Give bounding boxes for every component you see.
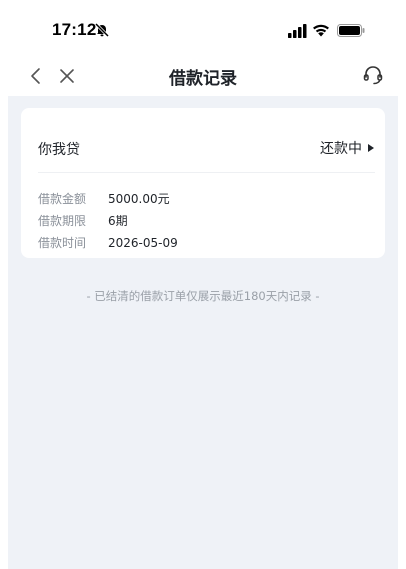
- page-title: 借款记录: [169, 69, 237, 89]
- loan-amount-label: 借款金额: [38, 192, 87, 206]
- loan-term-row: 借款期限 6期: [38, 212, 128, 229]
- card-divider: [38, 172, 375, 173]
- arrow-right-icon: [368, 144, 374, 152]
- nav-bar: 借款记录: [0, 58, 406, 96]
- loan-date-label: 借款时间: [38, 236, 87, 250]
- headset-icon[interactable]: [362, 64, 384, 86]
- repayment-status-link[interactable]: 还款中: [320, 138, 375, 158]
- lender-name: 你我贷: [38, 142, 80, 158]
- loan-date-value: 2026-05-09: [108, 235, 178, 250]
- loan-amount-value: 5000.00元: [108, 192, 170, 206]
- battery-icon: [337, 24, 365, 37]
- loan-date-row: 借款时间 2026-05-09: [38, 234, 178, 251]
- status-bar: 17:12: [0, 0, 406, 58]
- loan-record-card[interactable]: 你我贷 还款中 借款金额 5000.00元 借款期限 6期 借款时间 2026-…: [21, 108, 385, 258]
- bell-off-icon: [94, 22, 110, 38]
- content-area: 你我贷 还款中 借款金额 5000.00元 借款期限 6期 借款时间 2026-…: [8, 96, 398, 569]
- settled-orders-note: - 已结清的借款订单仅展示最近180天内记录 -: [86, 289, 320, 303]
- signal-icon: [288, 24, 307, 38]
- status-time: 17:12: [52, 20, 97, 39]
- loan-amount-row: 借款金额 5000.00元: [38, 190, 170, 207]
- repayment-status: 还款中: [320, 141, 362, 157]
- loan-term-label: 借款期限: [38, 214, 87, 228]
- wifi-icon: [313, 24, 329, 37]
- loan-term-value: 6期: [108, 214, 128, 228]
